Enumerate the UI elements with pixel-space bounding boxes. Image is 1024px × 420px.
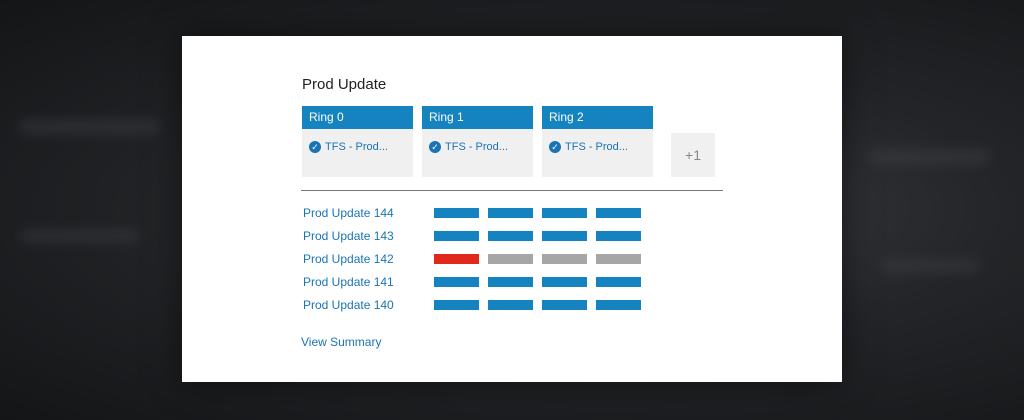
- environment-status-bar-succeeded[interactable]: [434, 208, 479, 218]
- environment-name: Ring 0: [302, 106, 413, 129]
- environment-status-bar-succeeded[interactable]: [596, 231, 641, 241]
- check-circle-icon: ✓: [549, 141, 561, 153]
- environment-status-bar-succeeded[interactable]: [488, 231, 533, 241]
- environment-status-bar-succeeded[interactable]: [488, 277, 533, 287]
- environment-status-bar-succeeded[interactable]: [488, 208, 533, 218]
- environment-status-bar-succeeded[interactable]: [596, 208, 641, 218]
- view-summary-link[interactable]: View Summary: [301, 335, 381, 349]
- environment-tile-ring-1[interactable]: Ring 1 ✓ TFS - Prod...: [422, 106, 533, 177]
- release-link[interactable]: Prod Update 141: [303, 275, 394, 289]
- environment-status-bar-succeeded[interactable]: [542, 231, 587, 241]
- environment-deployment[interactable]: ✓ TFS - Prod...: [422, 129, 533, 153]
- environment-status-bar-succeeded[interactable]: [596, 277, 641, 287]
- divider: [301, 190, 723, 191]
- background-blur: [870, 150, 990, 164]
- deployment-label: TFS - Prod...: [565, 141, 628, 153]
- environment-status-bar-succeeded[interactable]: [542, 300, 587, 310]
- release-link[interactable]: Prod Update 143: [303, 229, 394, 243]
- environment-tile-ring-0[interactable]: Ring 0 ✓ TFS - Prod...: [302, 106, 413, 177]
- environment-status-bar-succeeded[interactable]: [488, 300, 533, 310]
- environment-status-bar-failed[interactable]: [434, 254, 479, 264]
- release-link[interactable]: Prod Update 144: [303, 206, 394, 220]
- environment-name: Ring 2: [542, 106, 653, 129]
- environment-status-bar-succeeded[interactable]: [542, 277, 587, 287]
- background-blur: [20, 120, 160, 134]
- environment-tile-ring-2[interactable]: Ring 2 ✓ TFS - Prod...: [542, 106, 653, 177]
- deployment-label: TFS - Prod...: [445, 141, 508, 153]
- environment-status-bar-succeeded[interactable]: [542, 208, 587, 218]
- environment-status-bar-not-deployed[interactable]: [488, 254, 533, 264]
- environment-status-bar-succeeded[interactable]: [434, 231, 479, 241]
- environment-status-bar-succeeded[interactable]: [596, 300, 641, 310]
- environment-status-bar-not-deployed[interactable]: [542, 254, 587, 264]
- deployment-label: TFS - Prod...: [325, 141, 388, 153]
- background-blur: [880, 260, 980, 272]
- widget-title: Prod Update: [302, 76, 387, 93]
- environment-deployment[interactable]: ✓ TFS - Prod...: [542, 129, 653, 153]
- background-blur: [20, 230, 140, 242]
- release-link[interactable]: Prod Update 140: [303, 298, 394, 312]
- environment-status-bar-succeeded[interactable]: [434, 277, 479, 287]
- check-circle-icon: ✓: [429, 141, 441, 153]
- check-circle-icon: ✓: [309, 141, 321, 153]
- environment-deployment[interactable]: ✓ TFS - Prod...: [302, 129, 413, 153]
- release-link[interactable]: Prod Update 142: [303, 252, 394, 266]
- release-widget-card: Prod Update Ring 0 ✓ TFS - Prod... Ring …: [182, 36, 842, 382]
- more-environments-button[interactable]: +1: [671, 133, 715, 177]
- environment-status-bar-not-deployed[interactable]: [596, 254, 641, 264]
- environment-name: Ring 1: [422, 106, 533, 129]
- environment-status-bar-succeeded[interactable]: [434, 300, 479, 310]
